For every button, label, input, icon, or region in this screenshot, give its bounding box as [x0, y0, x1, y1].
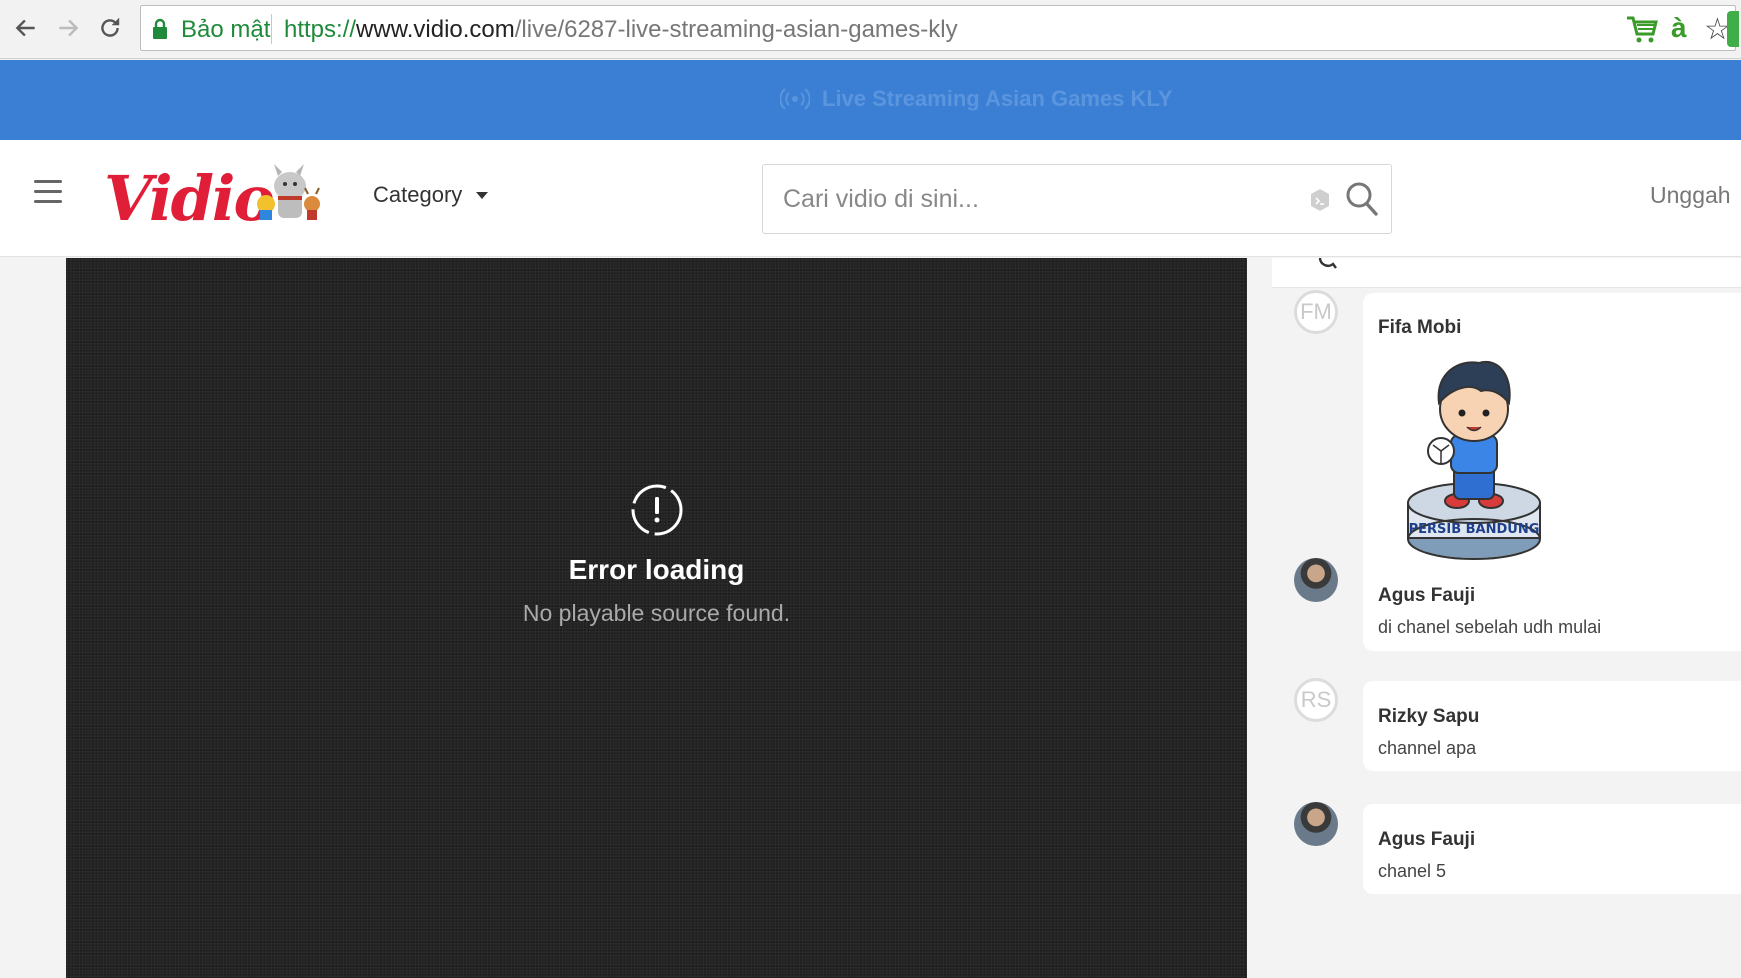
address-bar[interactable]: Bảo mật https://www.vidio.com/live/6287-… — [140, 5, 1739, 51]
url-path: /live/6287-live-streaming-asian-games-kl… — [514, 16, 958, 43]
avatar[interactable]: RS — [1294, 678, 1338, 722]
back-button[interactable] — [8, 10, 44, 46]
chat-message: Fifa Mobi PERSIB BANDUNG — [1363, 293, 1741, 598]
search-extension-icon[interactable] — [1307, 187, 1333, 213]
forward-button[interactable] — [50, 10, 86, 46]
url-text[interactable]: https://www.vidio.com/live/6287-live-str… — [284, 16, 958, 44]
chat-username[interactable]: Agus Fauji — [1378, 585, 1475, 607]
chat-message: Agus Fauji di chanel sebelah udh mulai — [1363, 561, 1741, 651]
chat-panel: FM Fifa Mobi PERSIB BANDUNG Agus Fauji d… — [1272, 258, 1741, 978]
chat-text: chanel 5 — [1378, 861, 1447, 881]
browser-toolbar: Bảo mật https://www.vidio.com/live/6287-… — [0, 0, 1741, 59]
chat-header — [1272, 258, 1741, 288]
asian-games-mascot-icon — [257, 164, 320, 220]
banner-title: Live Streaming Asian Games KLY — [822, 86, 1173, 111]
extension-tab[interactable] — [1727, 11, 1739, 47]
search-input[interactable] — [783, 179, 1283, 219]
avatar[interactable]: FM — [1294, 290, 1338, 334]
site-header: Vidio Category Unggah — [0, 140, 1741, 257]
chat-username[interactable]: Fifa Mobi — [1378, 317, 1461, 339]
menu-icon[interactable] — [34, 180, 62, 204]
secure-label: Bảo mật — [181, 16, 271, 43]
avatar[interactable] — [1294, 558, 1338, 602]
reload-icon — [101, 18, 120, 37]
error-alert-icon — [631, 484, 683, 536]
svg-text:PERSIB BANDUNG: PERSIB BANDUNG — [1409, 522, 1540, 537]
upload-link[interactable]: Unggah — [1650, 182, 1731, 209]
live-broadcast-icon — [780, 88, 810, 110]
category-dropdown[interactable]: Category — [373, 182, 489, 208]
omnibox-divider — [271, 14, 272, 44]
error-title: Error loading — [568, 554, 745, 585]
persib-mascot-sticker: PERSIB BANDUNG — [1407, 360, 1541, 560]
chat-text: di chanel sebelah udh mulai — [1378, 617, 1602, 637]
video-player[interactable]: Error loading No playable source found. — [66, 258, 1247, 978]
live-banner: Live Streaming Asian Games KLY — [0, 60, 1741, 140]
avatar[interactable] — [1294, 802, 1338, 846]
search-box — [762, 164, 1392, 234]
language-extension-icon[interactable]: à — [1671, 12, 1687, 44]
reload-button[interactable] — [92, 10, 128, 46]
chat-message: Agus Fauji chanel 5 — [1363, 804, 1741, 894]
vidio-logo[interactable]: Vidio — [104, 162, 275, 235]
back-arrow-icon — [15, 19, 35, 37]
lock-icon — [153, 18, 167, 39]
chat-message: Rizky Sapu channel apa — [1363, 681, 1741, 771]
forward-arrow-icon — [59, 19, 79, 37]
banner-content: Live Streaming Asian Games KLY — [780, 86, 1173, 112]
url-host: www.vidio.com — [356, 16, 515, 43]
chat-search-icon[interactable] — [1318, 258, 1338, 270]
category-label: Category — [373, 182, 463, 207]
url-scheme: https:// — [284, 16, 357, 43]
error-message: No playable source found. — [522, 600, 791, 626]
search-icon[interactable] — [1345, 181, 1379, 217]
chat-username[interactable]: Rizky Sapu — [1378, 706, 1479, 728]
caret-down-icon — [476, 191, 489, 199]
chat-username[interactable]: Agus Fauji — [1378, 829, 1475, 851]
chat-text: channel apa — [1378, 738, 1477, 758]
cart-extension-icon[interactable] — [1625, 14, 1659, 44]
